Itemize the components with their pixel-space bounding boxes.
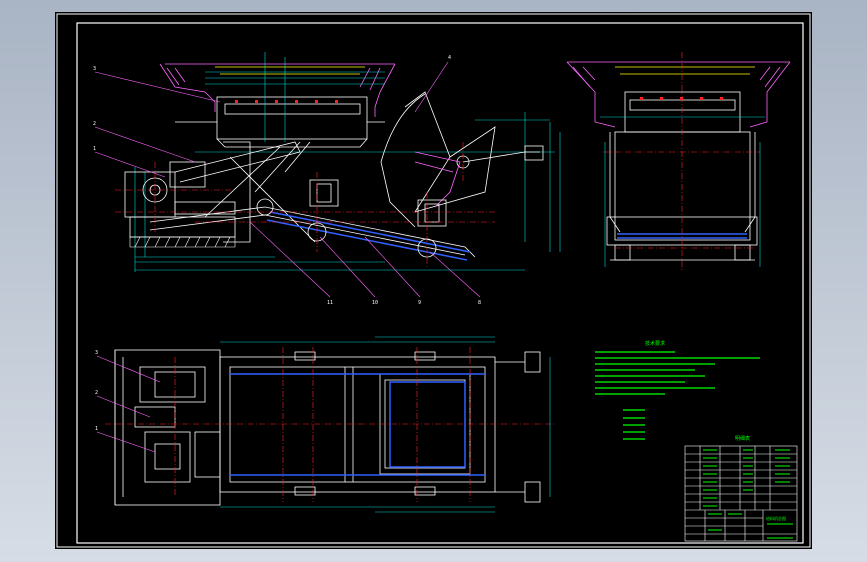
- side-view: [566, 52, 791, 272]
- callout-plan-2: 2: [95, 390, 98, 396]
- callout-front-11: 11: [327, 300, 333, 306]
- callout-front-8: 8: [478, 300, 481, 306]
- callout-front-10: 10: [372, 300, 378, 306]
- callout-front-3: 3: [93, 66, 96, 72]
- cad-viewport[interactable]: 3 2 1 4 11 10 9 8 3 2 1 技术要求 明细表 给料机总图: [55, 12, 812, 549]
- front-view: [94, 52, 561, 298]
- parts-table-heading: 明细表: [735, 435, 750, 442]
- front-callouts: 3 2 1 4 11 10 9 8: [93, 55, 481, 306]
- callout-front-1: 1: [93, 146, 96, 152]
- drawing-title: 给料机总图: [766, 515, 786, 521]
- callout-plan-3: 3: [95, 350, 98, 356]
- notes-heading: 技术要求: [645, 340, 665, 347]
- callout-front-2: 2: [93, 121, 96, 127]
- params-lines: [623, 409, 645, 440]
- engineering-drawing: 3 2 1 4 11 10 9 8 3 2 1 技术要求 明细表 给料机总图: [56, 13, 811, 548]
- bolt-marks: [235, 100, 338, 103]
- technical-notes: 技术要求: [595, 340, 760, 440]
- callout-front-9: 9: [418, 300, 421, 306]
- plan-callouts: 3 2 1: [95, 350, 98, 432]
- notes-lines: [595, 351, 760, 395]
- callout-front-4: 4: [448, 55, 451, 61]
- title-block: [684, 445, 798, 542]
- plan-view: [96, 336, 555, 513]
- callout-plan-1: 1: [95, 426, 98, 432]
